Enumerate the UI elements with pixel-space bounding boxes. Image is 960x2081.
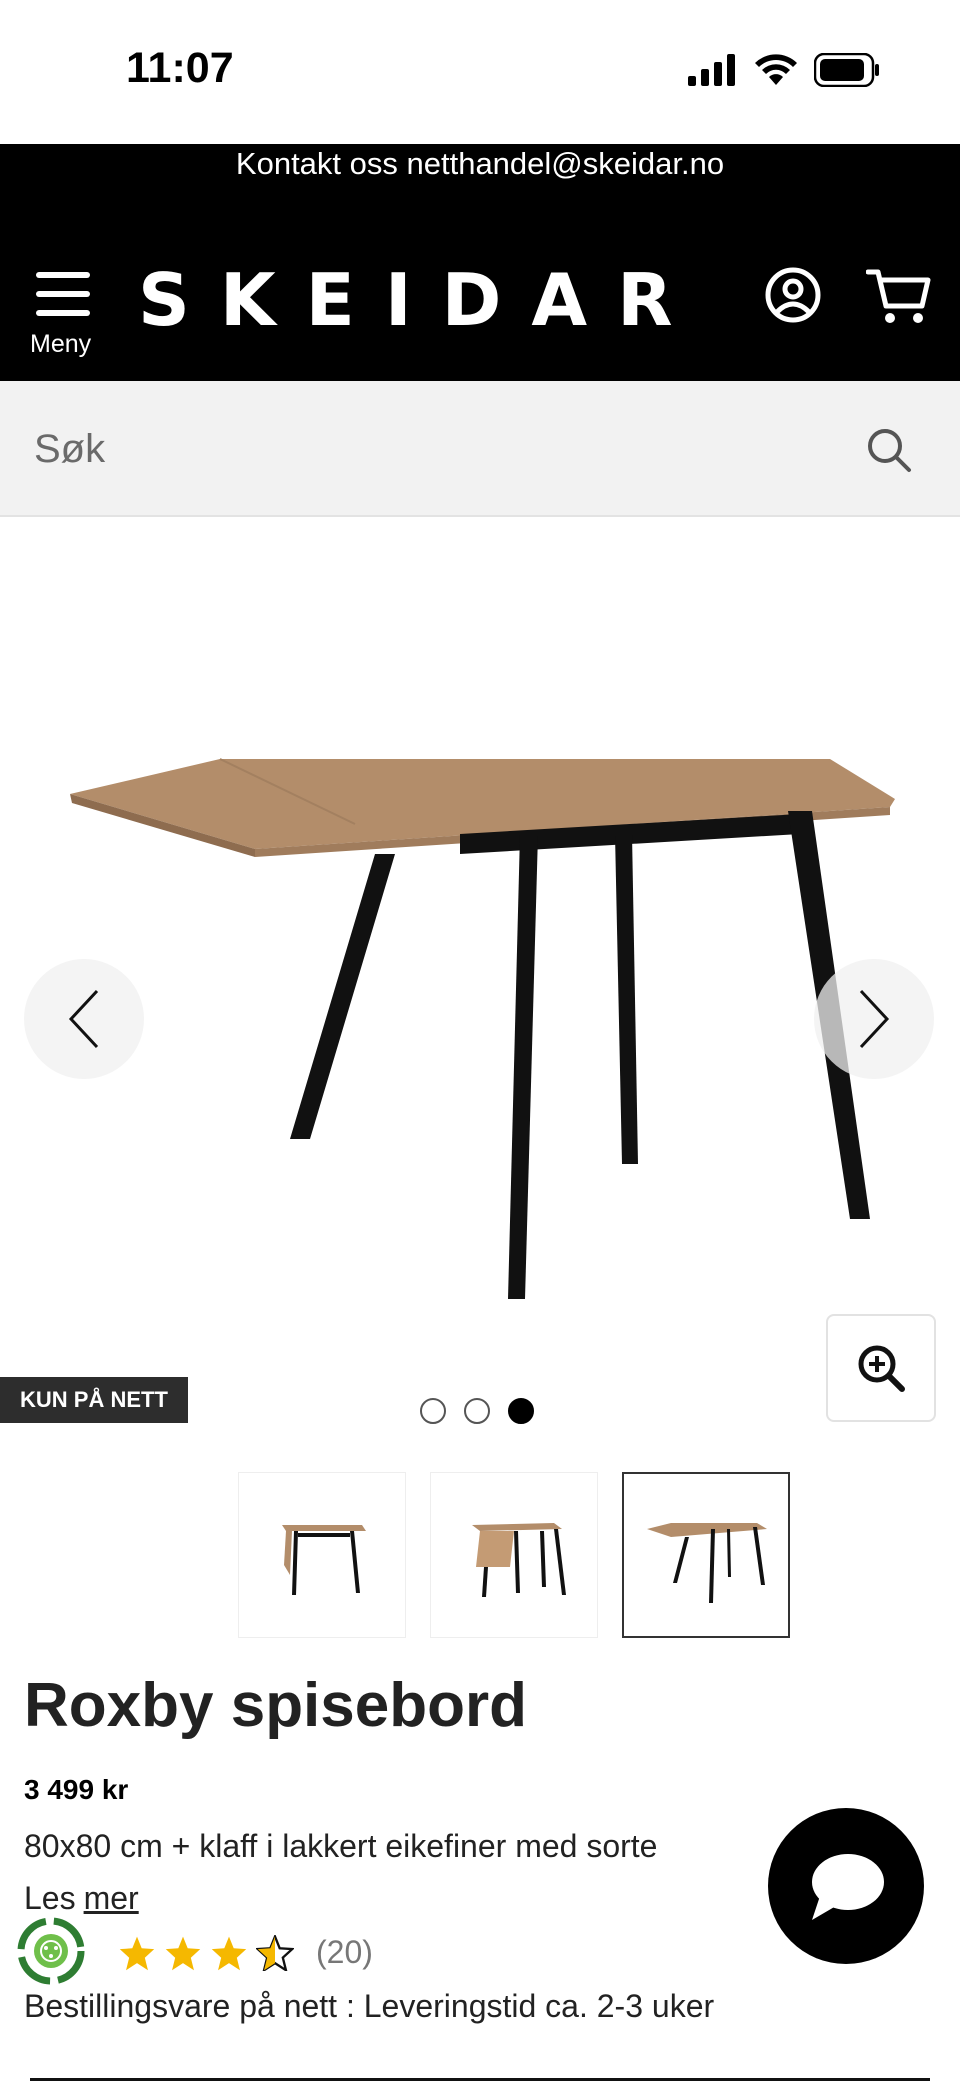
cart-button[interactable]: [865, 266, 932, 326]
account-button[interactable]: [764, 266, 822, 324]
slide-dots: [420, 1398, 534, 1424]
status-icons: [688, 50, 880, 90]
search-icon: [868, 429, 911, 472]
site-header: Meny SKEIDAR: [0, 184, 960, 381]
previous-image-button[interactable]: [24, 959, 144, 1079]
read-more-link[interactable]: Les mer: [24, 1880, 139, 1917]
zoom-button[interactable]: [826, 1314, 936, 1422]
thumbnail-2[interactable]: [430, 1472, 598, 1638]
product-description: 80x80 cm + klaff i lakkert eikefiner med…: [24, 1828, 658, 1864]
thumbnail-strip: [238, 1472, 790, 1638]
online-only-badge: KUN PÅ NETT: [0, 1377, 188, 1423]
star-half-icon: [256, 1934, 294, 1971]
status-time: 11:07: [126, 44, 234, 92]
slide-dot-2[interactable]: [464, 1398, 490, 1424]
eco-badge[interactable]: [16, 1916, 86, 1986]
chevron-right-icon: [859, 989, 890, 1049]
star-full-icon: [165, 1936, 201, 1970]
star-full-icon: [119, 1936, 155, 1970]
read-more-text: mer: [83, 1880, 139, 1916]
cart-icon: [865, 269, 931, 323]
wifi-icon: [755, 54, 797, 85]
recycle-icon: [17, 1917, 85, 1985]
hamburger-icon: [36, 272, 90, 316]
status-bar: 11:07: [0, 0, 960, 144]
skeidar-logo[interactable]: SKEIDAR: [138, 258, 703, 342]
star-full-icon: [211, 1936, 247, 1970]
read-more-prefix: Les: [24, 1880, 76, 1916]
product-gallery: KUN PÅ NETT: [0, 519, 960, 1444]
availability-text: Bestillingsvare på nett : Leveringstid c…: [24, 1988, 715, 2024]
battery-icon: [814, 53, 879, 87]
signal-icon: [688, 54, 735, 86]
zoom-in-icon: [858, 1345, 905, 1392]
product-rating[interactable]: (20): [118, 1934, 373, 1971]
thumbnail-image: [647, 1523, 767, 1603]
chat-bubble-icon: [812, 1854, 884, 1920]
product-price: 3 499 kr: [24, 1774, 129, 1805]
chat-button[interactable]: [768, 1808, 924, 1964]
next-image-button[interactable]: [814, 959, 934, 1079]
thumbnail-image: [472, 1523, 566, 1597]
user-icon: [765, 267, 821, 323]
thumbnail-3[interactable]: [622, 1472, 790, 1638]
search-bar: [0, 381, 960, 517]
slide-dot-1[interactable]: [420, 1398, 446, 1424]
menu-button[interactable]: Meny: [24, 270, 100, 362]
chevron-left-icon: [68, 989, 99, 1049]
thumbnail-1[interactable]: [238, 1472, 406, 1638]
slide-dot-3[interactable]: [508, 1398, 534, 1424]
contact-banner[interactable]: Kontakt oss netthandel@skeidar.no: [0, 144, 960, 184]
rating-count: (20): [316, 1934, 373, 1970]
search-input[interactable]: [34, 415, 834, 483]
thumbnail-image: [282, 1525, 366, 1595]
product-image-table[interactable]: [60, 719, 900, 1319]
search-button[interactable]: [866, 427, 912, 473]
product-title: Roxby spisebord: [24, 1671, 527, 1740]
menu-label: Meny: [30, 330, 92, 358]
